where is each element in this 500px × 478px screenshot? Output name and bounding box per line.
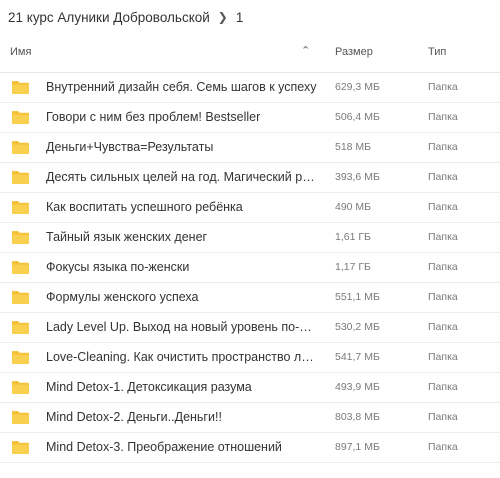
folder-icon — [11, 170, 30, 185]
file-size: 393,6 МБ — [335, 171, 380, 183]
file-size: 490 МБ — [335, 201, 372, 213]
folder-icon — [11, 380, 30, 395]
column-header-type[interactable]: Тип — [428, 46, 446, 58]
file-name[interactable]: Mind Detox-1. Детоксикация разума — [46, 380, 318, 394]
file-type: Папка — [428, 231, 458, 243]
table-row[interactable]: Как воспитать успешного ребёнка 490 МБ Пап… — [0, 193, 500, 223]
file-name[interactable]: Love-Cleaning. Как очистить пространство… — [46, 350, 318, 364]
file-size: 551,1 МБ — [335, 291, 380, 303]
table-row[interactable]: Внутренний дизайн себя. Семь шагов к усп… — [0, 73, 500, 103]
file-name[interactable]: Десять сильных целей на год. Магический … — [46, 170, 318, 184]
folder-icon — [11, 440, 30, 455]
file-list-header: Имя ⌃ Размер Тип — [0, 34, 500, 73]
file-name[interactable]: Тайный язык женских денег — [46, 230, 318, 244]
table-row[interactable]: Lady Level Up. Выход на новый уровень по… — [0, 313, 500, 343]
file-type: Папка — [428, 411, 458, 423]
file-name[interactable]: Деньги+Чувства=Результаты — [46, 140, 318, 154]
file-size: 518 МБ — [335, 141, 372, 153]
chevron-up-icon[interactable]: ⌃ — [301, 44, 310, 57]
table-row[interactable]: Десять сильных целей на год. Магический … — [0, 163, 500, 193]
breadcrumb-current[interactable]: 1 — [236, 10, 244, 25]
folder-icon — [11, 140, 30, 155]
file-size: 506,4 МБ — [335, 111, 380, 123]
table-row[interactable]: Mind Detox-1. Детоксикация разума 493,9 М… — [0, 373, 500, 403]
file-type: Папка — [428, 141, 458, 153]
file-type: Папка — [428, 81, 458, 93]
file-size: 541,7 МБ — [335, 351, 380, 363]
file-name[interactable]: Mind Detox-3. Преображение отношений — [46, 440, 318, 454]
table-row[interactable]: Тайный язык женских денег 1,61 ГБ Папка — [0, 223, 500, 253]
folder-icon — [11, 410, 30, 425]
file-size: 629,3 МБ — [335, 81, 380, 93]
table-row[interactable]: Mind Detox-2. Деньги..Деньги!! 803,8 МБ Па… — [0, 403, 500, 433]
file-name[interactable]: Формулы женского успеха — [46, 290, 318, 304]
file-type: Папка — [428, 321, 458, 333]
file-type: Папка — [428, 171, 458, 183]
folder-icon — [11, 200, 30, 215]
chevron-right-icon: ❯ — [217, 10, 228, 24]
table-row[interactable]: Деньги+Чувства=Результаты 518 МБ Папка — [0, 133, 500, 163]
column-header-name[interactable]: Имя — [10, 46, 31, 58]
table-row[interactable]: Love-Cleaning. Как очистить пространство… — [0, 343, 500, 373]
folder-icon — [11, 350, 30, 365]
file-name[interactable]: Mind Detox-2. Деньги..Деньги!! — [46, 410, 318, 424]
file-type: Папка — [428, 261, 458, 273]
file-name[interactable]: Lady Level Up. Выход на новый уровень по… — [46, 320, 318, 334]
file-size: 897,1 МБ — [335, 441, 380, 453]
table-row[interactable]: Фокусы языка по-женски 1,17 ГБ Папка — [0, 253, 500, 283]
folder-icon — [11, 290, 30, 305]
file-type: Папка — [428, 291, 458, 303]
table-row[interactable]: Формулы женского успеха 551,1 МБ Папка — [0, 283, 500, 313]
file-size: 530,2 МБ — [335, 321, 380, 333]
file-type: Папка — [428, 351, 458, 363]
folder-icon — [11, 260, 30, 275]
file-type: Папка — [428, 111, 458, 123]
table-row[interactable]: Mind Detox-3. Преображение отношений 897,… — [0, 433, 500, 463]
file-name[interactable]: Как воспитать успешного ребёнка — [46, 200, 318, 214]
folder-icon — [11, 320, 30, 335]
column-header-size[interactable]: Размер — [335, 46, 373, 58]
file-name[interactable]: Внутренний дизайн себя. Семь шагов к усп… — [46, 80, 318, 94]
folder-icon — [11, 230, 30, 245]
file-size: 493,9 МБ — [335, 381, 380, 393]
file-type: Папка — [428, 441, 458, 453]
file-type: Папка — [428, 381, 458, 393]
table-row[interactable]: Говори с ним без проблем! Bestseller 506,… — [0, 103, 500, 133]
file-size: 1,17 ГБ — [335, 261, 371, 273]
breadcrumb-parent[interactable]: 21 курс Алуники Добровольской — [8, 10, 210, 25]
folder-icon — [11, 110, 30, 125]
folder-icon — [11, 80, 30, 95]
file-type: Папка — [428, 201, 458, 213]
breadcrumb: 21 курс Алуники Добровольской ❯ 1 — [0, 0, 500, 34]
file-list: Внутренний дизайн себя. Семь шагов к усп… — [0, 73, 500, 463]
file-name[interactable]: Фокусы языка по-женски — [46, 260, 318, 274]
file-size: 803,8 МБ — [335, 411, 380, 423]
file-name[interactable]: Говори с ним без проблем! Bestseller — [46, 110, 318, 124]
file-size: 1,61 ГБ — [335, 231, 371, 243]
